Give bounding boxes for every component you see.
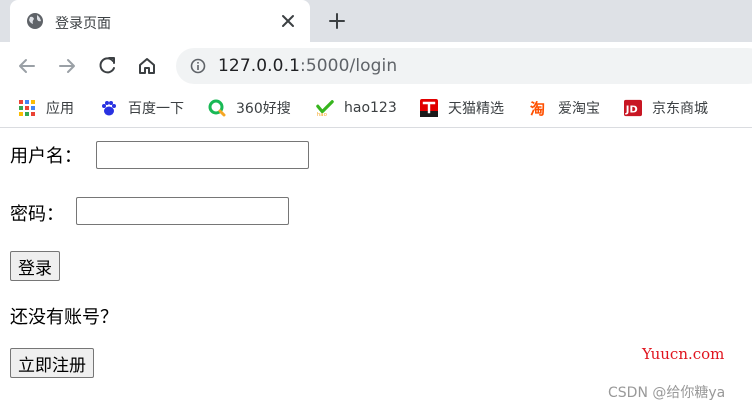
bookmark-label: 百度一下 <box>128 101 184 117</box>
bookmark-label: 京东商城 <box>652 101 708 117</box>
url-text: 127.0.0.1:5000/login <box>218 56 397 76</box>
back-arrow-icon[interactable] <box>16 55 38 77</box>
password-input[interactable] <box>76 197 289 225</box>
username-input[interactable] <box>96 141 309 169</box>
360-search-icon <box>208 99 226 117</box>
page-content: 用户名： 密码： 登录 还没有账号？ 立即注册 Yuucn.com CSDN @… <box>0 129 752 409</box>
credit-text: CSDN @给你糖ya <box>608 385 726 401</box>
no-account-text: 还没有账号？ <box>10 307 118 328</box>
taobao-icon: 淘 <box>530 100 545 117</box>
tmall-icon <box>420 99 438 117</box>
hao123-icon: hao <box>316 100 334 117</box>
bookmarks-bar: 应用 百度一下 360好搜 hao hao123 天猫精选 淘 爱淘宝 JD 京… <box>0 90 752 128</box>
browser-tab[interactable]: 登录页面 <box>10 0 310 42</box>
register-button[interactable]: 立即注册 <box>10 348 94 378</box>
bookmark-360[interactable]: 360好搜 <box>208 98 291 118</box>
svg-text:淘: 淘 <box>530 100 545 117</box>
bookmark-label: 爱淘宝 <box>558 101 600 117</box>
bookmark-label: 应用 <box>46 101 74 117</box>
bookmark-baidu[interactable]: 百度一下 <box>100 98 184 118</box>
url-path: :5000/login <box>300 56 398 76</box>
new-tab-icon[interactable] <box>328 12 346 30</box>
reload-icon[interactable] <box>96 55 118 77</box>
address-bar[interactable]: 127.0.0.1:5000/login <box>176 48 752 84</box>
svg-text:hao: hao <box>317 112 327 117</box>
close-icon[interactable] <box>280 13 296 29</box>
info-icon[interactable] <box>190 58 206 74</box>
tab-strip: 登录页面 <box>0 0 752 42</box>
home-icon[interactable] <box>136 55 158 77</box>
globe-icon <box>27 13 43 29</box>
tab-title: 登录页面 <box>55 16 111 32</box>
bookmark-apps[interactable]: 应用 <box>18 98 74 118</box>
apps-grid-icon <box>19 100 35 116</box>
bookmark-label: hao123 <box>344 100 397 116</box>
bookmark-label: 360好搜 <box>236 101 291 117</box>
baidu-icon <box>102 101 116 116</box>
bookmark-hao123[interactable]: hao hao123 <box>316 98 397 118</box>
forward-arrow-icon[interactable] <box>56 55 78 77</box>
svg-text:JD: JD <box>625 105 638 116</box>
username-label: 用户名： <box>10 146 82 167</box>
url-host: 127.0.0.1 <box>218 56 301 76</box>
bookmark-label: 天猫精选 <box>448 101 504 117</box>
browser-toolbar: 127.0.0.1:5000/login <box>0 42 752 90</box>
bookmark-jd[interactable]: JD 京东商城 <box>624 98 708 118</box>
bookmark-tmall[interactable]: 天猫精选 <box>420 98 504 118</box>
login-button[interactable]: 登录 <box>10 251 60 281</box>
jd-icon: JD <box>624 99 642 117</box>
watermark-text: Yuucn.com <box>642 345 725 363</box>
password-label: 密码： <box>10 204 64 225</box>
bookmark-taobao[interactable]: 淘 爱淘宝 <box>530 98 600 118</box>
